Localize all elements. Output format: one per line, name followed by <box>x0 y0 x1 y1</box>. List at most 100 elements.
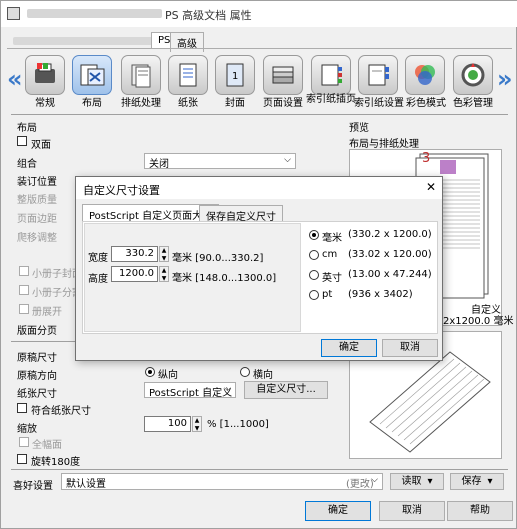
category-general-label: 常规 <box>35 98 55 109</box>
chevron-down-icon: ⌵ <box>284 155 291 165</box>
zoom-range: % [1...1000] <box>207 419 269 430</box>
category-paper-button[interactable] <box>168 55 208 95</box>
category-layout-label: 布局 <box>82 98 102 109</box>
unit-pt-value: (936 x 3402) <box>348 289 413 300</box>
full-page-label: 全幅面 <box>32 440 62 451</box>
scroll-left-arrow-icon[interactable]: « <box>7 65 23 93</box>
category-finishing-label: 排纸处理 <box>121 98 161 109</box>
fit-paper-checkbox[interactable] <box>17 403 27 416</box>
unit-mm-label: 毫米 <box>322 233 342 244</box>
width-label: 宽度 <box>88 253 108 264</box>
height-range: 毫米 [148.0...1300.0] <box>172 273 277 284</box>
scroll-right-arrow-icon[interactable]: » <box>497 65 513 93</box>
booklet-cover-checkbox <box>19 266 29 279</box>
category-tab-settings-label: 索引纸设置 <box>354 98 404 109</box>
tab-underline <box>7 48 512 49</box>
tab-paper-icon <box>321 64 342 86</box>
category-color-management-button[interactable] <box>453 55 493 95</box>
unit-inch-value: (13.00 x 47.244) <box>348 269 432 280</box>
layout-icon <box>80 64 105 86</box>
category-tab-insert-label: 索引纸插页 <box>306 94 356 105</box>
printer-name-redacted <box>27 9 162 18</box>
dialog-ok-button[interactable]: 确定 <box>321 339 377 357</box>
category-cover-button[interactable]: 1 <box>215 55 255 95</box>
combine-label: 组合 <box>17 159 37 170</box>
footer-divider <box>11 469 508 470</box>
custom-size-button[interactable]: 自定义尺寸... <box>244 381 328 399</box>
category-color-mode-button[interactable] <box>405 55 445 95</box>
height-input[interactable]: 1200.0 <box>111 266 158 282</box>
tab-redacted <box>13 37 153 45</box>
category-cover-label: 封面 <box>225 98 245 109</box>
category-layout-button[interactable] <box>72 55 112 95</box>
preview-page-number: 3 <box>422 151 431 166</box>
finishing-icon <box>131 64 151 88</box>
unit-cm-radio[interactable] <box>309 250 319 263</box>
unit-pt-radio[interactable] <box>309 290 319 303</box>
unit-inch-label: 英寸 <box>322 273 342 284</box>
landscape-label: 横向 <box>253 370 273 381</box>
favorites-select[interactable]: 默认设置 (更改) ⌵ <box>61 473 383 490</box>
preview-subheading: 布局与排纸处理 <box>349 139 419 150</box>
category-tab-insert-button[interactable] <box>311 55 351 95</box>
printer-properties-window: PS 高级文档 属性 PS 高级 « » 常规 布局 排纸处理 纸张 1 封面 … <box>0 0 517 529</box>
category-general-button[interactable] <box>25 55 65 95</box>
unit-cm-value: (33.02 x 120.00) <box>348 249 432 260</box>
duplex-checkbox[interactable] <box>17 136 27 149</box>
favorites-changed: (更改) <box>346 479 374 490</box>
width-input[interactable]: 330.2 <box>111 246 158 262</box>
category-finishing-button[interactable] <box>121 55 161 95</box>
title-bar: PS 高级文档 属性 <box>1 1 517 27</box>
unit-mm-radio[interactable] <box>309 230 319 243</box>
cover-icon: 1 <box>226 63 244 87</box>
cancel-button[interactable]: 取消 <box>379 501 445 521</box>
category-color-mode-label: 彩色模式 <box>406 98 446 109</box>
page-gap-label: 页面边距 <box>17 214 57 225</box>
close-icon[interactable]: ✕ <box>426 180 436 194</box>
preview-heading: 预览 <box>349 123 369 134</box>
dialog-cancel-button[interactable]: 取消 <box>382 339 438 357</box>
load-button[interactable]: 读取 ▾ <box>390 473 444 490</box>
color-mode-icon <box>415 65 435 85</box>
zoom-spinner[interactable]: ▲ ▼ <box>192 416 202 432</box>
portrait-radio[interactable] <box>145 367 155 380</box>
help-button[interactable]: 帮助 <box>447 501 513 521</box>
preview-size-label: 2x1200.0 毫米 <box>443 316 514 327</box>
pagination-label: 版面分页 <box>17 326 57 337</box>
combine-select[interactable]: 关闭 ⌵ <box>144 153 296 169</box>
width-spinner[interactable]: ▲ ▼ <box>159 246 169 262</box>
category-page-setup-label: 页面设置 <box>263 98 303 109</box>
rotate-label: 旋转180度 <box>31 457 81 468</box>
tab-advanced[interactable]: 高级 <box>170 32 204 52</box>
layout-heading: 布局 <box>17 123 37 134</box>
booklet-split-checkbox <box>19 285 29 298</box>
category-paper-label: 纸张 <box>178 98 198 109</box>
paper-size-select[interactable]: PostScript 自定义 ⌵ <box>144 382 236 398</box>
booklet-spread-checkbox <box>19 304 29 317</box>
width-range: 毫米 [90.0...330.2] <box>172 253 264 264</box>
unit-mm-value: (330.2 x 1200.0) <box>348 229 432 240</box>
toolbar-divider <box>11 114 508 115</box>
window-title: PS 高级文档 属性 <box>165 9 252 22</box>
landscape-radio[interactable] <box>240 367 250 380</box>
rotate-checkbox[interactable] <box>17 454 27 467</box>
ok-button[interactable]: 确定 <box>305 501 371 521</box>
category-tab-settings-button[interactable] <box>358 55 398 95</box>
stack-icon <box>272 66 294 84</box>
fit-paper-label: 符合纸张尺寸 <box>31 406 91 417</box>
height-spinner[interactable]: ▲ ▼ <box>159 266 169 282</box>
category-page-setup-button[interactable] <box>263 55 303 95</box>
duplex-label: 双面 <box>31 140 51 151</box>
zoom-label: 缩放 <box>17 424 37 435</box>
save-button[interactable]: 保存 ▾ <box>450 473 504 490</box>
custom-size-dialog: 自定义尺寸设置 ✕ PostScript 自定义页面大小 保存自定义尺寸 宽度 … <box>75 176 443 361</box>
zoom-input[interactable]: 100 <box>144 416 191 432</box>
dropdown-arrow-icon: ▾ <box>427 476 433 487</box>
original-size-label: 原稿尺寸 <box>17 353 57 364</box>
dialog-title-bar: 自定义尺寸设置 ✕ <box>76 177 442 199</box>
orientation-label: 原稿方向 <box>17 371 57 382</box>
favorites-label: 喜好设置 <box>13 481 53 492</box>
paper-size-label: 纸张尺寸 <box>17 389 57 400</box>
chevron-down-icon: ⌵ <box>371 475 378 485</box>
unit-inch-radio[interactable] <box>309 270 319 283</box>
